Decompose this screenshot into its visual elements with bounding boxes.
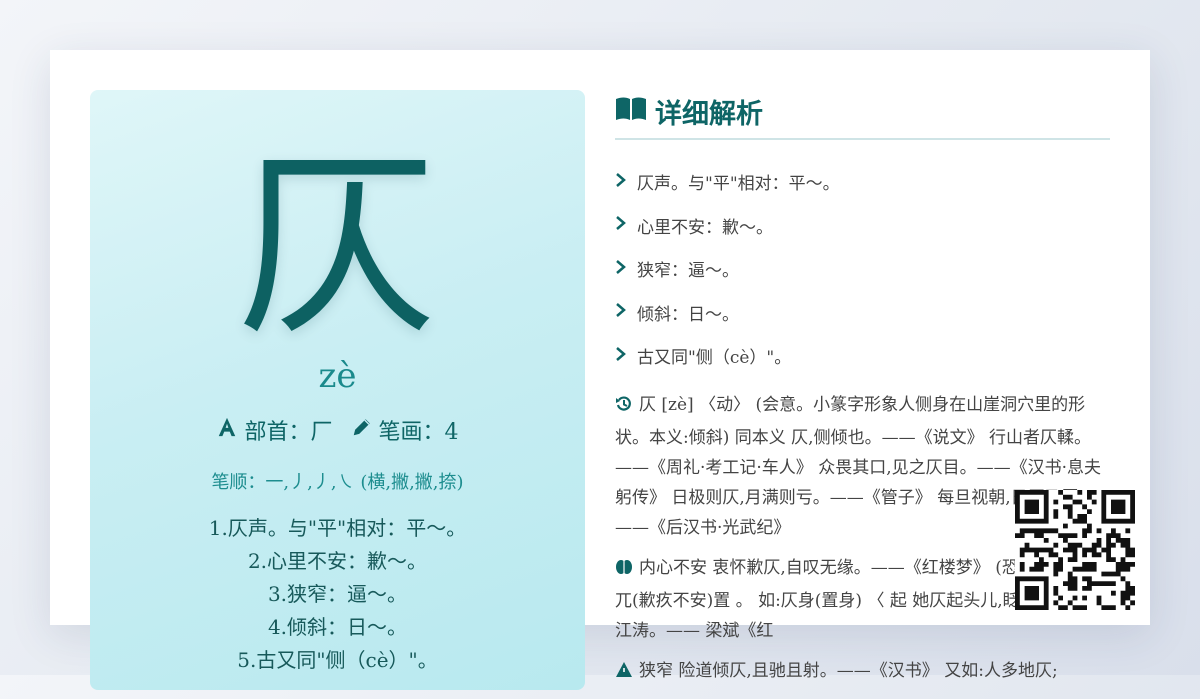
brief-item: 1.仄声。与"平"相对：平～。	[208, 516, 467, 540]
chevron-right-icon	[615, 346, 627, 366]
brain-icon	[615, 556, 633, 586]
font-icon	[216, 416, 238, 444]
definition-text: 心里不安：歉～。	[637, 217, 773, 238]
definition-text: 狭窄：逼～。	[637, 261, 739, 282]
meta-row: 部首：厂 笔画：4	[90, 414, 585, 446]
list-item: 古又同"侧（cè）"。	[615, 334, 1110, 378]
list-item: 倾斜：日～。	[615, 291, 1110, 335]
brief-item: 5.古又同"侧（cè）"。	[237, 648, 438, 672]
stroke-order: 笔顺：一,丿,丿,㇏ (横,撇,撇,捺)	[211, 472, 464, 493]
radical-label: 部首：厂	[244, 420, 333, 445]
definition-text: 倾斜：日～。	[637, 304, 739, 325]
brief-definitions: 1.仄声。与"平"相对：平～。 2.心里不安：歉～。 3.狭窄：逼～。 4.倾斜…	[90, 512, 585, 677]
pencil-icon	[351, 416, 373, 444]
pinyin: zè	[318, 356, 357, 396]
list-item: 仄声。与"平"相对：平～。	[615, 160, 1110, 204]
definition-text: 仄声。与"平"相对：平～。	[637, 174, 840, 195]
brief-item: 2.心里不安：歉～。	[247, 549, 428, 573]
chevron-right-icon	[615, 172, 627, 192]
detail-paragraph: 狭窄 险道倾仄,且驰且射。——《汉书》 又如:人多地仄;	[615, 656, 1110, 689]
history-icon	[615, 393, 633, 423]
strokes-info: 笔画：4	[351, 414, 459, 446]
character-panel: 仄 zè 部首：厂 笔画：4 笔顺：一,丿,丿,㇏ (横,撇,撇,捺) 1.仄声…	[90, 90, 585, 690]
qr-code	[1015, 490, 1135, 610]
book-open-icon	[615, 96, 647, 126]
definition-text: 古又同"侧（cè）"。	[637, 348, 792, 369]
list-item: 狭窄：逼～。	[615, 247, 1110, 291]
detail-header: 详细解析	[615, 88, 1110, 140]
brief-item: 3.狭窄：逼～。	[267, 582, 408, 606]
detail-title: 详细解析	[655, 98, 763, 130]
radical-info: 部首：厂	[216, 414, 333, 446]
chevron-right-icon	[615, 302, 627, 322]
list-item: 心里不安：歉～。	[615, 204, 1110, 248]
chevron-right-icon	[615, 215, 627, 235]
chevron-right-icon	[615, 259, 627, 279]
detail-text: 狭窄 险道倾仄,且驰且射。——《汉书》 又如:人多地仄;	[639, 660, 1058, 681]
warning-triangle-icon	[615, 659, 633, 689]
brief-item: 4.倾斜：日～。	[267, 615, 408, 639]
strokes-label: 笔画：4	[378, 420, 459, 445]
definition-list: 仄声。与"平"相对：平～。 心里不安：歉～。 狭窄：逼～。 倾斜：日～。 古又同…	[615, 160, 1110, 378]
character-glyph: 仄	[237, 131, 438, 364]
